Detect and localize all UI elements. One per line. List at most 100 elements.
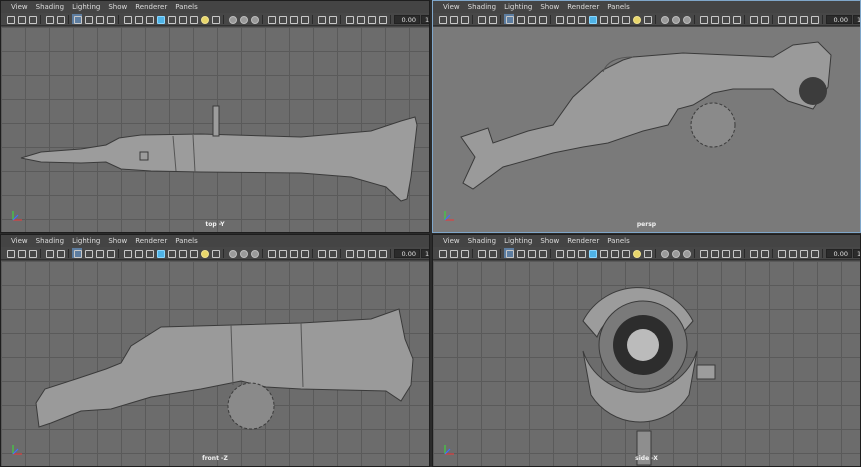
tool-icon[interactable]	[487, 248, 497, 258]
tool-icon[interactable]	[277, 14, 287, 24]
tool-icon[interactable]	[188, 14, 198, 24]
menu-shading[interactable]: Shading	[464, 1, 500, 13]
tool-icon[interactable]	[720, 14, 730, 24]
tool-icon[interactable]	[642, 248, 652, 258]
tool-icon[interactable]	[576, 14, 586, 24]
grid-icon[interactable]	[504, 248, 514, 258]
sphere-icon[interactable]	[227, 248, 237, 258]
sphere-icon[interactable]	[681, 14, 691, 24]
tool-icon[interactable]	[133, 248, 143, 258]
tool-icon[interactable]	[798, 248, 808, 258]
tool-icon[interactable]	[105, 14, 115, 24]
tool-icon[interactable]	[526, 14, 536, 24]
menu-lighting[interactable]: Lighting	[500, 1, 536, 13]
tool-icon[interactable]	[609, 14, 619, 24]
grid-icon[interactable]	[504, 14, 514, 24]
tool-icon[interactable]	[459, 248, 469, 258]
menu-panels[interactable]: Panels	[171, 1, 202, 13]
tool-icon[interactable]	[698, 14, 708, 24]
tool-icon[interactable]	[177, 248, 187, 258]
light-icon[interactable]	[631, 14, 641, 24]
viewport-canvas[interactable]: front -Z	[1, 261, 429, 466]
near-clip-field[interactable]: 0.00	[394, 14, 420, 24]
menu-view[interactable]: View	[439, 1, 464, 13]
menu-renderer[interactable]: Renderer	[563, 1, 603, 13]
cube-icon[interactable]	[587, 248, 597, 258]
tool-icon[interactable]	[277, 248, 287, 258]
viewport-front[interactable]: View Shading Lighting Show Renderer Panels 0.0…	[0, 234, 430, 467]
tool-icon[interactable]	[55, 248, 65, 258]
tool-icon[interactable]	[16, 14, 26, 24]
tool-icon[interactable]	[787, 248, 797, 258]
near-clip-field[interactable]: 0.00	[826, 248, 852, 258]
tool-icon[interactable]	[105, 248, 115, 258]
grid-icon[interactable]	[72, 14, 82, 24]
tool-icon[interactable]	[5, 248, 15, 258]
tool-icon[interactable]	[299, 248, 309, 258]
far-clip-field[interactable]: 1.00	[853, 248, 860, 258]
tool-icon[interactable]	[44, 14, 54, 24]
tool-icon[interactable]	[459, 14, 469, 24]
cube-icon[interactable]	[155, 248, 165, 258]
tool-icon[interactable]	[609, 248, 619, 258]
menu-view[interactable]: View	[439, 235, 464, 247]
tool-icon[interactable]	[266, 248, 276, 258]
tool-icon[interactable]	[355, 14, 365, 24]
tool-icon[interactable]	[642, 14, 652, 24]
tool-icon[interactable]	[565, 14, 575, 24]
tool-icon[interactable]	[437, 248, 447, 258]
tool-icon[interactable]	[554, 248, 564, 258]
tool-icon[interactable]	[366, 14, 376, 24]
tool-icon[interactable]	[344, 248, 354, 258]
menu-panels[interactable]: Panels	[171, 235, 202, 247]
sphere-icon[interactable]	[238, 248, 248, 258]
tool-icon[interactable]	[720, 248, 730, 258]
menu-panels[interactable]: Panels	[603, 1, 634, 13]
viewport-persp[interactable]: View Shading Lighting Show Renderer Panels 0.0…	[432, 0, 861, 233]
tool-icon[interactable]	[94, 14, 104, 24]
far-clip-field[interactable]: 1.00	[421, 14, 429, 24]
menu-renderer[interactable]: Renderer	[131, 1, 171, 13]
menu-view[interactable]: View	[7, 235, 32, 247]
tool-icon[interactable]	[748, 248, 758, 258]
cube-icon[interactable]	[587, 14, 597, 24]
viewport-side[interactable]: View Shading Lighting Show Renderer Panels 0.0…	[432, 234, 861, 467]
tool-icon[interactable]	[620, 14, 630, 24]
menu-show[interactable]: Show	[536, 235, 563, 247]
menu-lighting[interactable]: Lighting	[68, 235, 104, 247]
viewport-canvas[interactable]: side -X	[433, 261, 860, 466]
tool-icon[interactable]	[366, 248, 376, 258]
menu-shading[interactable]: Shading	[32, 1, 68, 13]
tool-icon[interactable]	[598, 248, 608, 258]
tool-icon[interactable]	[798, 14, 808, 24]
tool-icon[interactable]	[487, 14, 497, 24]
sphere-icon[interactable]	[670, 14, 680, 24]
tool-icon[interactable]	[177, 14, 187, 24]
tool-icon[interactable]	[327, 248, 337, 258]
tool-icon[interactable]	[448, 14, 458, 24]
menu-show[interactable]: Show	[104, 1, 131, 13]
tool-icon[interactable]	[355, 248, 365, 258]
menu-show[interactable]: Show	[536, 1, 563, 13]
tool-icon[interactable]	[620, 248, 630, 258]
tool-icon[interactable]	[83, 14, 93, 24]
tool-icon[interactable]	[437, 14, 447, 24]
viewport-top[interactable]: View Shading Lighting Show Renderer Panels 0.0…	[0, 0, 430, 233]
tool-icon[interactable]	[515, 248, 525, 258]
tool-icon[interactable]	[565, 248, 575, 258]
tool-icon[interactable]	[55, 14, 65, 24]
tool-icon[interactable]	[709, 14, 719, 24]
tool-icon[interactable]	[748, 14, 758, 24]
tool-icon[interactable]	[759, 14, 769, 24]
tool-icon[interactable]	[144, 248, 154, 258]
sphere-icon[interactable]	[249, 248, 259, 258]
viewport-canvas[interactable]: top -Y	[1, 27, 429, 232]
viewport-canvas[interactable]: persp	[433, 27, 860, 232]
tool-icon[interactable]	[776, 248, 786, 258]
tool-icon[interactable]	[210, 14, 220, 24]
tool-icon[interactable]	[94, 248, 104, 258]
far-clip-field[interactable]: 1.00	[421, 248, 429, 258]
tool-icon[interactable]	[83, 248, 93, 258]
tool-icon[interactable]	[731, 14, 741, 24]
cube-icon[interactable]	[155, 14, 165, 24]
